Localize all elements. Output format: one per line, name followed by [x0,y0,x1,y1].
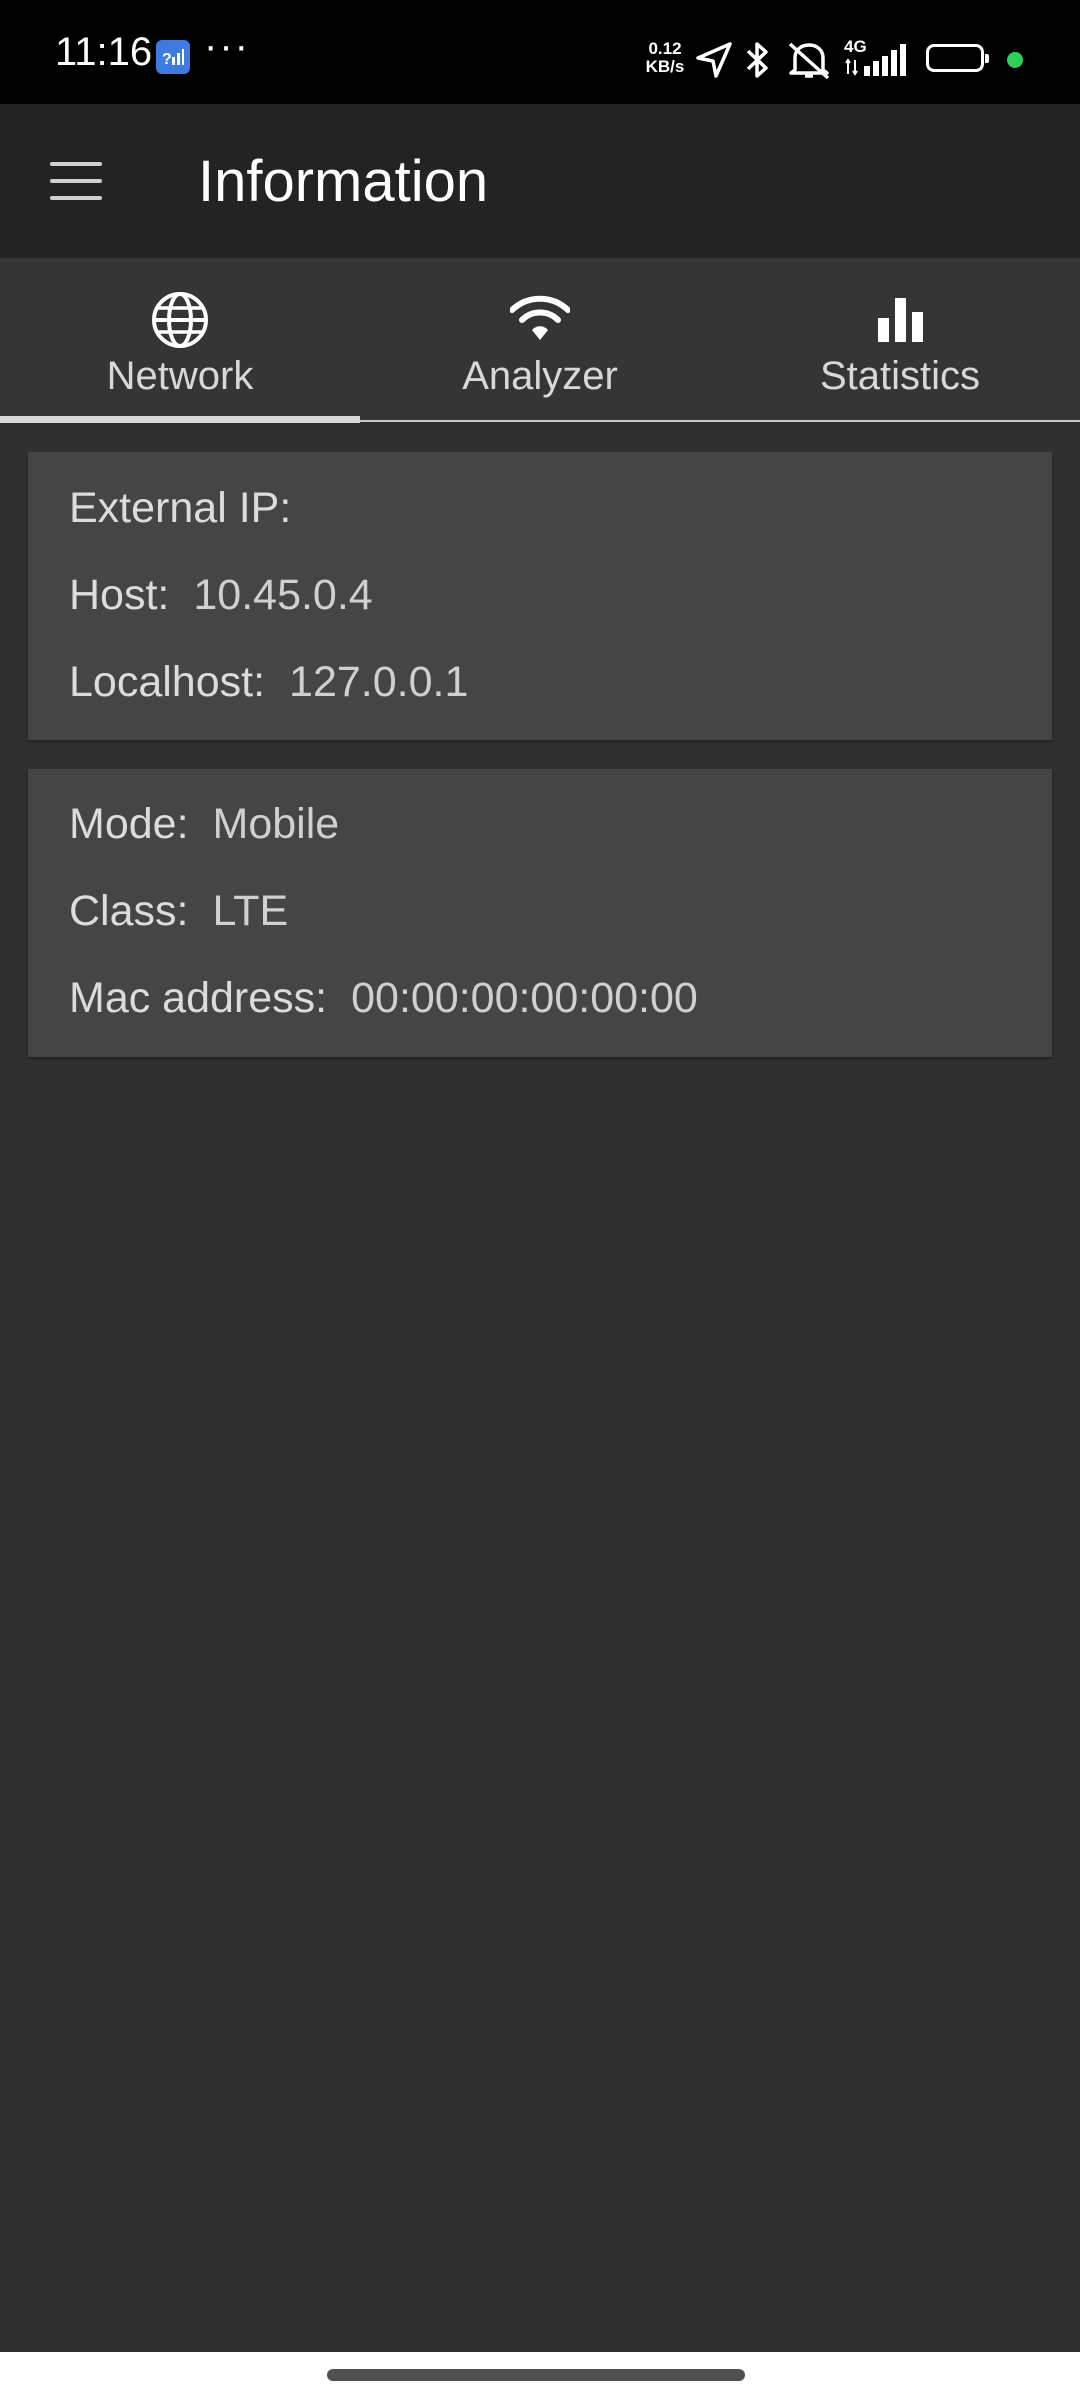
status-bar: 11:16 ? ··· 0.12 KB/s 4G 75 [0,0,1080,104]
svg-text:?: ? [162,51,172,68]
bluetooth-icon [744,40,772,85]
battery-level: 75 [943,47,967,69]
mac-address-row: Mac address: 00:00:00:00:00:00 [69,974,698,1023]
localhost-label: Localhost: [69,658,266,706]
privacy-indicator-dot [1007,52,1023,68]
battery-icon: 75 [926,44,989,72]
more-notifications-icon: ··· [204,24,250,68]
tab-network[interactable]: Network [0,258,360,423]
host-value: 10.45.0.4 [193,571,373,619]
tab-statistics-label: Statistics [819,354,981,398]
mode-label: Mode: [69,800,189,848]
hamburger-menu-icon[interactable] [50,162,104,200]
mode-value: Mobile [212,800,340,848]
app-toolbar: Information [0,104,1080,258]
silent-bell-icon [786,40,832,85]
tab-analyzer[interactable]: Analyzer [360,258,720,422]
net-speed-unit: KB/s [645,57,685,76]
class-row: Class: LTE [69,887,288,936]
status-time: 11:16 [55,30,153,74]
home-gesture-pill[interactable] [327,2369,745,2381]
mac-address-label: Mac address: [69,974,328,1022]
net-speed-value: 0.12 [648,39,682,58]
mode-row: Mode: Mobile [69,800,339,849]
network-speed: 0.12 KB/s [640,40,690,76]
mac-address-value: 00:00:00:00:00:00 [351,974,698,1022]
signal-icon: 4G [844,36,910,83]
tab-selected-indicator [0,416,360,423]
ip-info-card: External IP: Host: 10.45.0.4 Localhost: 12… [28,452,1052,740]
external-ip-label: External IP: [69,484,292,532]
wifi-icon [509,290,571,350]
localhost-value: 127.0.0.1 [289,658,469,706]
host-label: Host: [69,571,170,619]
tab-network-label: Network [106,354,254,398]
location-arrow-icon [694,40,734,85]
bar-chart-icon [870,290,930,350]
localhost-row: Localhost: 127.0.0.1 [69,658,468,707]
connection-info-card: Mode: Mobile Class: LTE Mac address: 00:00:… [28,769,1052,1057]
page-title: Information [198,149,489,214]
navigation-bar [0,2352,1080,2400]
class-value: LTE [212,887,289,935]
network-type-label: 4G [844,37,867,56]
host-row: Host: 10.45.0.4 [69,571,373,620]
globe-icon [150,290,210,350]
app-notification-icon: ? [156,40,190,74]
class-label: Class: [69,887,189,935]
tab-analyzer-label: Analyzer [462,354,618,398]
external-ip-row: External IP: [69,484,315,533]
tab-bar: Network Analyzer Statistics [0,258,1080,423]
tab-statistics[interactable]: Statistics [720,258,1080,422]
